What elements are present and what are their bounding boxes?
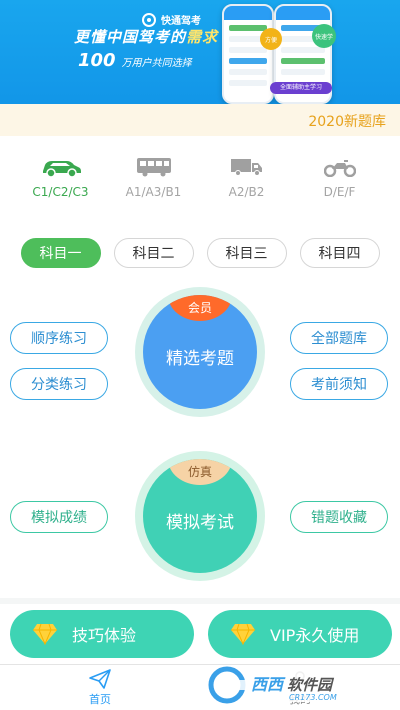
watermark: 西西 软件园 CR173.COM xyxy=(207,662,393,706)
license-label: D/E/F xyxy=(323,185,356,199)
home-screen: 快通驾考 更懂中国驾考的需求 100 万用户共同选择 方便 快速学 全面辅助主学… xyxy=(0,0,400,710)
license-c1-c2-c3[interactable]: C1/C2/C3 xyxy=(18,155,104,205)
license-label: C1/C2/C3 xyxy=(32,185,89,199)
featured-questions-ring: 会员 精选考题 xyxy=(135,287,265,417)
simulation-badge: 仿真 xyxy=(168,459,232,485)
license-label: A1/A3/B1 xyxy=(125,185,182,199)
featured-questions-button[interactable]: 会员 精选考题 xyxy=(143,295,257,409)
tab-subject-four[interactable]: 科目四 xyxy=(299,238,380,268)
license-a2-b2[interactable]: A2/B2 xyxy=(204,155,290,205)
banner-headline-text: 更懂中国驾考的 xyxy=(74,28,187,46)
banner-headline: 更懂中国驾考的需求 xyxy=(74,26,218,47)
banner-headline-accent: 需求 xyxy=(186,28,219,46)
license-d-e-f[interactable]: D/E/F xyxy=(297,155,383,205)
section-divider xyxy=(0,598,400,604)
truck-icon xyxy=(230,155,264,179)
svg-text:西西: 西西 xyxy=(251,675,286,694)
diamond-icon xyxy=(231,623,255,645)
paper-plane-icon xyxy=(89,668,111,689)
motorcycle-icon xyxy=(323,155,356,179)
banner-logo-text: 快通驾考 xyxy=(161,16,201,27)
svg-text:CR173.COM: CR173.COM xyxy=(289,693,337,702)
banner-bubble-right: 快速学 xyxy=(312,24,336,48)
member-badge: 会员 xyxy=(168,295,232,321)
phone-mockup-left xyxy=(222,4,274,104)
steering-wheel-icon xyxy=(142,12,156,27)
mock-exam-ring: 仿真 模拟考试 xyxy=(135,451,265,581)
banner-logo: 快通驾考 xyxy=(142,12,201,27)
mock-scores-button[interactable]: 模拟成绩 xyxy=(10,501,108,533)
tab-home-label: 首页 xyxy=(89,692,111,706)
tips-experience-label: 技巧体验 xyxy=(72,626,137,645)
vip-permanent-button[interactable]: VIP永久使用 xyxy=(208,610,392,658)
category-practice-button[interactable]: 分类练习 xyxy=(10,368,108,400)
banner-pill: 全面辅助主学习 xyxy=(270,82,332,94)
watermark-logo: 西西 软件园 CR173.COM xyxy=(207,666,393,704)
tab-subject-three[interactable]: 科目三 xyxy=(206,238,287,268)
mock-exam-label: 模拟考试 xyxy=(166,512,234,533)
tips-experience-button[interactable]: 技巧体验 xyxy=(10,610,194,658)
license-type-selector: C1/C2/C3 A1/A3/B1 A2/B2 D/E/F xyxy=(0,155,400,205)
subject-tabs: 科目一 科目二 科目三 科目四 xyxy=(0,238,400,270)
exam-notes-button[interactable]: 考前须知 xyxy=(290,368,388,400)
license-label: A2/B2 xyxy=(228,185,265,199)
tab-subject-two[interactable]: 科目二 xyxy=(113,238,194,268)
notice-bar: 2020新题库 xyxy=(0,104,400,136)
bus-icon xyxy=(136,155,172,179)
banner-user-count: 100 xyxy=(78,50,116,71)
sequential-practice-button[interactable]: 顺序练习 xyxy=(10,322,108,354)
banner-subline: 100 万用户共同选择 xyxy=(78,50,192,71)
license-a1-a3-b1[interactable]: A1/A3/B1 xyxy=(111,155,197,205)
promo-banner[interactable]: 快通驾考 更懂中国驾考的需求 100 万用户共同选择 方便 快速学 全面辅助主学… xyxy=(0,0,400,104)
all-questions-button[interactable]: 全部题库 xyxy=(290,322,388,354)
mock-exam-button[interactable]: 仿真 模拟考试 xyxy=(143,459,257,573)
banner-bubble-left: 方便 xyxy=(260,28,282,50)
tab-subject-one[interactable]: 科目一 xyxy=(20,238,101,268)
new-question-bank-notice[interactable]: 2020新题库 xyxy=(308,111,386,131)
car-icon xyxy=(40,155,82,179)
diamond-icon xyxy=(33,623,57,645)
svg-text:软件园: 软件园 xyxy=(287,676,335,694)
banner-sub-text: 万用户共同选择 xyxy=(121,58,192,69)
wrong-collection-button[interactable]: 错题收藏 xyxy=(290,501,388,533)
tab-home[interactable]: 首页 xyxy=(0,665,200,710)
vip-permanent-label: VIP永久使用 xyxy=(270,626,360,645)
featured-questions-label: 精选考题 xyxy=(166,348,234,369)
